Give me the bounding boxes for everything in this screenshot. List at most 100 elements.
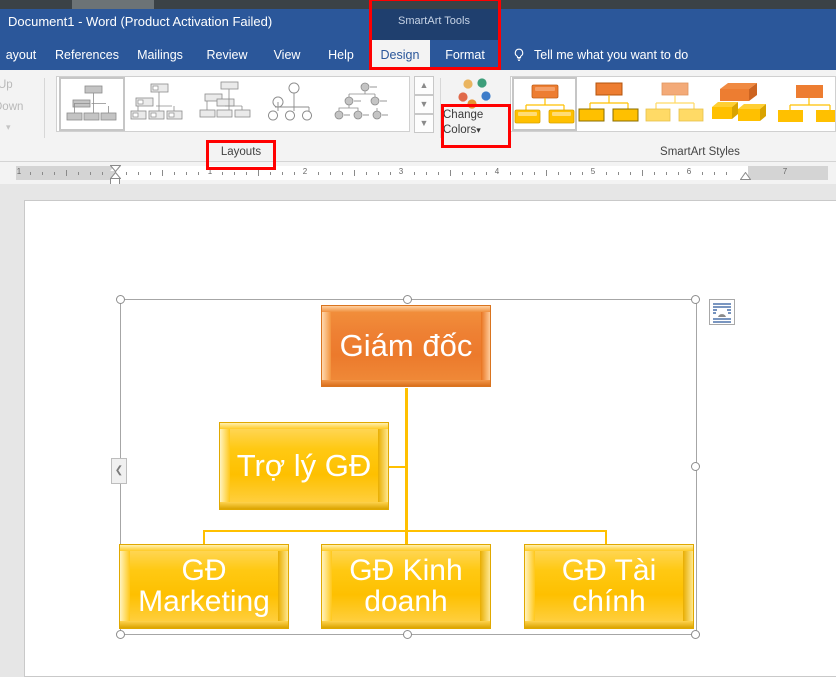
group-divider-2 (440, 78, 441, 138)
connector-drop-sales (405, 530, 408, 545)
ruler-tick (630, 172, 631, 175)
layout-options-button[interactable] (709, 299, 735, 325)
tab-review[interactable]: Review (196, 40, 258, 70)
tab-view[interactable]: View (262, 40, 312, 70)
ruler-number-5: 5 (590, 167, 596, 176)
layout-option-name-and-title[interactable] (127, 77, 193, 131)
style-option-2[interactable] (578, 77, 643, 131)
ruler-number-1: 1 (207, 167, 213, 176)
change-colors-label[interactable]: Change Colors▾ (443, 108, 507, 138)
connector-drop-marketing (203, 530, 205, 545)
style-option-4-3d[interactable] (710, 77, 775, 131)
gallery-more-button[interactable]: ▼ (414, 114, 434, 133)
smartart-tools-label: SmartArt Tools (398, 15, 470, 27)
smartart-node-finance[interactable]: GĐ Tài chính (524, 544, 694, 629)
ruler-tick (618, 172, 619, 175)
ruler-number-6: 6 (686, 167, 692, 176)
ruler-tick (546, 170, 547, 176)
smartart-styles-gallery[interactable] (510, 76, 836, 132)
group-divider-1 (44, 78, 45, 138)
ruler-tick (570, 172, 571, 175)
ruler-tick (714, 172, 715, 175)
smartart-node-sales[interactable]: GĐ Kinh doanh (321, 544, 491, 629)
ruler-tick (90, 172, 91, 175)
layouts-gallery[interactable] (56, 76, 410, 132)
ruler-tick (54, 172, 55, 175)
ruler-tick (378, 172, 379, 175)
chevron-down-icon[interactable]: ▾ (476, 125, 481, 135)
node-label-marketing: GĐ Marketing (138, 553, 270, 618)
tab-layout[interactable]: ayout (0, 40, 50, 70)
ruler-tick (702, 172, 703, 175)
tab-mailings[interactable]: Mailings (126, 40, 194, 70)
layout-option-half-circle[interactable] (195, 77, 261, 131)
ruler-tick (138, 172, 139, 175)
node-label-assistant: Trợ lý GĐ (236, 448, 372, 484)
tab-help[interactable]: Help (318, 40, 364, 70)
gallery-scroll-down-button[interactable]: ▼ (414, 95, 434, 114)
resize-handle-top-left[interactable] (116, 295, 125, 304)
ruler-tick (102, 172, 103, 175)
connector-assistant (388, 466, 407, 468)
move-down-button[interactable]: Down (0, 101, 23, 113)
ruler-tick (558, 172, 559, 175)
ruler-number-7: 7 (782, 167, 788, 176)
ruler-tick (642, 170, 643, 176)
connector-drop-finance (605, 530, 607, 545)
smartart-node-director[interactable]: Giám đốc (321, 305, 491, 387)
chevron-down-icon[interactable]: ▾ (6, 122, 11, 133)
os-background-tab (72, 0, 154, 9)
style-option-5[interactable] (776, 77, 835, 131)
ruler-tick (414, 172, 415, 175)
layout-option-organization-chart[interactable] (59, 77, 125, 131)
tell-me-input[interactable]: Tell me what you want to do (534, 40, 688, 70)
layouts-gallery-scrollbar[interactable]: ▲ ▼ ▼ (414, 76, 434, 133)
ruler-tick (186, 172, 187, 175)
ruler-tick (318, 172, 319, 175)
ruler-tick (450, 170, 451, 176)
ruler-tick (330, 172, 331, 175)
gallery-scroll-up-button[interactable]: ▲ (414, 76, 434, 95)
ruler-tick (258, 170, 259, 176)
ruler-number-2: 2 (302, 167, 308, 176)
tab-design[interactable]: Design (370, 40, 430, 70)
resize-handle-bottom-left[interactable] (116, 630, 125, 639)
ruler-tick (534, 172, 535, 175)
smartart-styles-group-label: SmartArt Styles (660, 146, 740, 158)
resize-handle-bottom-center[interactable] (403, 630, 412, 639)
style-option-1-selected[interactable] (512, 77, 577, 131)
ruler-tick (390, 172, 391, 175)
ruler-tick (606, 172, 607, 175)
connector-director-trunk (405, 388, 408, 532)
style-option-3[interactable] (644, 77, 709, 131)
layout-option-circle-picture-hierarchy[interactable] (263, 77, 329, 131)
ruler-tick (162, 170, 163, 176)
ruler-tick (354, 170, 355, 176)
layout-option-labeled-hierarchy[interactable] (331, 77, 397, 131)
lightbulb-icon (510, 46, 528, 64)
tab-references[interactable]: References (50, 40, 124, 70)
ruler-tick (174, 172, 175, 175)
ruler-tick (582, 172, 583, 175)
resize-handle-top-center[interactable] (403, 295, 412, 304)
resize-handle-middle-right[interactable] (691, 462, 700, 471)
document-title: Document1 - Word (Product Activation Fai… (8, 14, 273, 29)
text-pane-toggle-button[interactable]: ❮ (111, 458, 127, 484)
ruler-tick (270, 172, 271, 175)
layouts-group-label: Layouts (220, 146, 262, 158)
node-label-sales: GĐ Kinh doanh (349, 553, 463, 618)
ruler-tick (222, 172, 223, 175)
ruler-tick (486, 172, 487, 175)
smartart-node-marketing[interactable]: GĐ Marketing (119, 544, 289, 629)
ruler-tick (66, 170, 67, 176)
smartart-node-assistant[interactable]: Trợ lý GĐ (219, 422, 389, 510)
ruler-tick (246, 172, 247, 175)
first-line-indent-marker[interactable] (110, 165, 121, 172)
change-colors-line2: Colors (443, 124, 477, 136)
move-up-button[interactable]: Up (0, 79, 13, 91)
resize-handle-bottom-right[interactable] (691, 630, 700, 639)
tab-format[interactable]: Format (434, 40, 496, 70)
ruler-tick (678, 172, 679, 175)
node-label-finance: GĐ Tài chính (561, 553, 657, 618)
resize-handle-top-right[interactable] (691, 295, 700, 304)
